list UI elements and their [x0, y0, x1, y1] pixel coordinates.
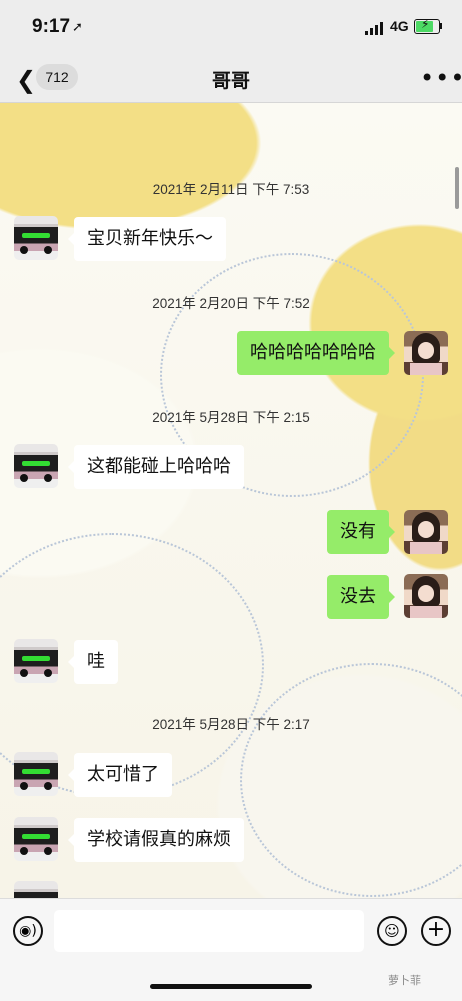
message-bubble-sent[interactable]: 哈哈哈哈哈哈哈	[237, 331, 395, 375]
battery-tip	[440, 23, 442, 29]
status-time: 9:17	[32, 16, 71, 37]
chat-area[interactable]: 2021年 2月11日 下午 7:53 宝贝新年快乐～ 2021年 2月20日 …	[0, 103, 462, 898]
add-more-icon[interactable]: +	[421, 916, 451, 946]
message-input[interactable]	[54, 910, 364, 952]
timestamp: 2021年 2月20日 下午 7:52	[152, 296, 310, 311]
battery-icon: ⚡	[414, 17, 440, 34]
message-bubble-received[interactable]: 这都能碰上哈哈哈	[68, 445, 244, 489]
my-avatar[interactable]	[404, 331, 448, 375]
my-avatar[interactable]	[404, 574, 448, 618]
chat-title: 哥哥	[211, 70, 250, 92]
watermark: 萝卜菲	[388, 974, 421, 987]
message-bubble-sent[interactable]: 没去	[327, 575, 395, 619]
contact-avatar[interactable]	[14, 752, 58, 796]
contact-avatar[interactable]	[14, 444, 58, 488]
timestamp: 2021年 2月11日 下午 7:53	[152, 182, 310, 197]
background-sketch	[240, 663, 462, 897]
contact-avatar[interactable]	[14, 881, 58, 898]
contact-avatar[interactable]	[14, 817, 58, 861]
contact-avatar[interactable]	[14, 639, 58, 683]
message-bubble-received[interactable]: 哇	[68, 640, 118, 684]
message-bubble-received[interactable]: 学校请假真的麻烦	[68, 818, 244, 862]
status-bar: 9:17 ➚ 4G ⚡	[0, 0, 462, 56]
message-bubble-received[interactable]: 太可惜了	[68, 753, 172, 797]
message-bubble-received[interactable]: 宝贝新年快乐～	[68, 217, 226, 261]
network-type: 4G	[390, 18, 409, 34]
chat-header: ❮ 712 哥哥 •••	[0, 56, 462, 103]
message-bubble-sent[interactable]: 没有	[327, 510, 395, 554]
timestamp: 2021年 5月28日 下午 2:17	[152, 717, 310, 732]
my-avatar[interactable]	[404, 510, 448, 554]
timestamp: 2021年 5月28日 下午 2:15	[152, 410, 310, 425]
more-options-icon[interactable]: •••	[420, 64, 462, 92]
voice-input-icon[interactable]: ◉)	[13, 916, 43, 946]
contact-avatar[interactable]	[14, 216, 58, 260]
home-indicator[interactable]	[150, 984, 312, 989]
emoji-icon[interactable]: ☺	[377, 916, 407, 946]
location-arrow-icon: ➚	[72, 20, 83, 35]
signal-icon	[365, 22, 385, 35]
